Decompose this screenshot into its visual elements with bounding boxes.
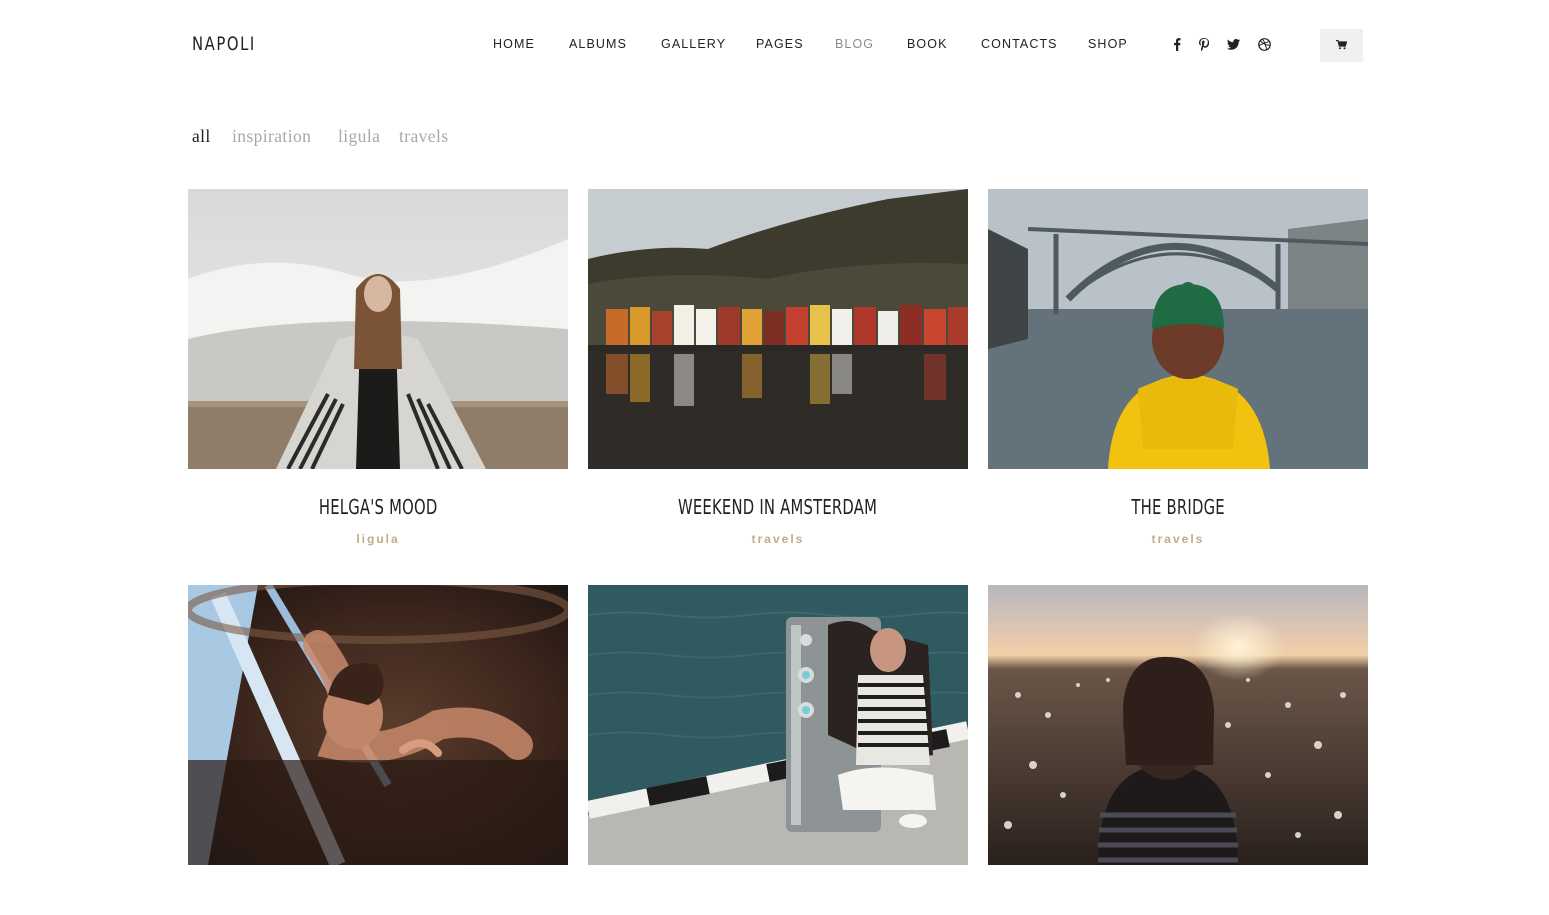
post-image[interactable] (188, 585, 568, 865)
post-image[interactable] (988, 189, 1368, 469)
shopping-cart-icon (1336, 37, 1348, 55)
post-title[interactable] (988, 891, 1368, 915)
post-category[interactable]: travels (588, 532, 968, 546)
nav-pages[interactable]: PAGES (756, 37, 804, 51)
nav-contacts[interactable]: CONTACTS (981, 37, 1058, 51)
nav-gallery[interactable]: GALLERY (661, 37, 726, 51)
filter-travels[interactable]: travels (399, 126, 448, 147)
filter-ligula[interactable]: ligula (338, 126, 380, 147)
post-title[interactable]: WEEKEND IN AMSTERDAM (588, 495, 968, 519)
facebook-icon[interactable] (1170, 36, 1184, 52)
post-title[interactable]: THE BRIDGE (988, 495, 1368, 519)
filter-all[interactable]: all (192, 126, 211, 147)
post-title[interactable] (188, 891, 568, 915)
post-title[interactable] (588, 891, 968, 915)
cart-button[interactable] (1320, 29, 1363, 62)
nav-home[interactable]: HOME (493, 37, 535, 51)
post-image[interactable] (588, 585, 968, 865)
main-nav: HOME ALBUMS GALLERY PAGES BLOG BOOK CONT… (0, 37, 1549, 53)
post-image[interactable] (188, 189, 568, 469)
nav-book[interactable]: BOOK (907, 37, 948, 51)
post-category[interactable]: travels (988, 532, 1368, 546)
post-category[interactable]: ligula (188, 532, 568, 546)
post-title[interactable]: HELGA'S MOOD (188, 495, 568, 519)
pinterest-icon[interactable] (1197, 36, 1211, 52)
dribbble-icon[interactable] (1257, 36, 1271, 52)
nav-blog[interactable]: BLOG (835, 37, 874, 51)
twitter-icon[interactable] (1226, 36, 1240, 52)
nav-albums[interactable]: ALBUMS (569, 37, 627, 51)
post-image[interactable] (988, 585, 1368, 865)
post-image[interactable] (588, 189, 968, 469)
nav-shop[interactable]: SHOP (1088, 37, 1128, 51)
filter-inspiration[interactable]: inspiration (232, 126, 311, 147)
